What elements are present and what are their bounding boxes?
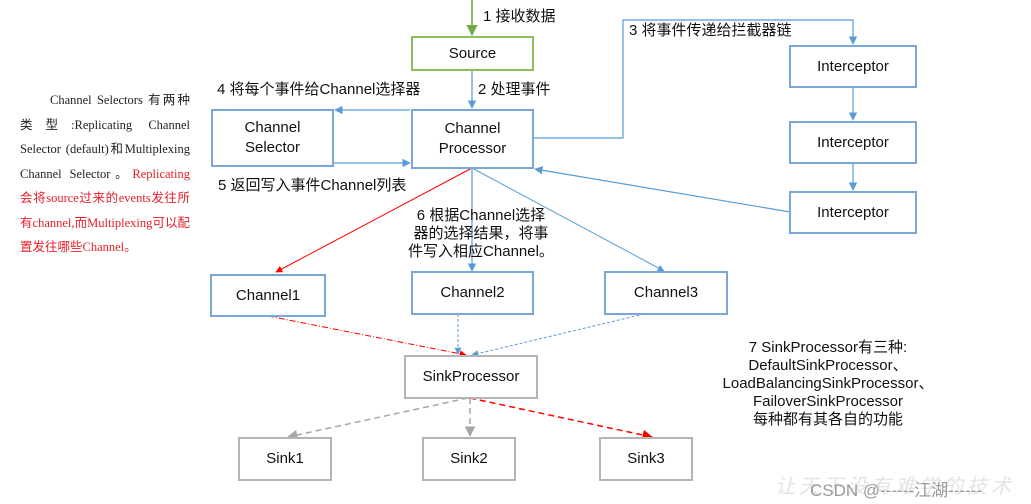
node-sink-processor-label: SinkProcessor [422, 368, 520, 385]
step5-label: 5 返回写入事件Channel列表 [218, 177, 407, 194]
step7-line: DefaultSinkProcessor、 [748, 357, 908, 374]
edge-interceptor3-to-processor [534, 166, 791, 213]
node-channel-selector: Channel Selector [211, 109, 334, 167]
edge-sinkprocessor-to-sink3 [469, 397, 654, 441]
node-sink3: Sink3 [599, 437, 693, 481]
node-interceptor-3-label: Interceptor [817, 203, 889, 221]
node-interceptor-1-label: Interceptor [817, 57, 889, 75]
edge-channel1-to-sinkprocessor [267, 315, 467, 358]
watermark: CSDN @------江湖------ [810, 481, 983, 500]
node-channel-selector-label: Channel Selector [244, 119, 301, 156]
step7-line: LoadBalancingSinkProcessor、 [722, 375, 934, 392]
step7-line: 7 SinkProcessor有三种: [748, 339, 908, 356]
step6-line: 器的选择结果，将事 [413, 225, 549, 242]
node-interceptor-1: Interceptor [789, 45, 917, 88]
edge-channel3-to-sinkprocessor [471, 313, 645, 357]
node-sink3-label: Sink3 [627, 450, 665, 467]
node-interceptor-2-label: Interceptor [817, 133, 889, 151]
step7-line: 每种都有其各自的功能 [752, 411, 903, 428]
node-source-label: Source [448, 44, 497, 62]
node-source: Source [411, 36, 534, 71]
node-sink-processor: SinkProcessor [404, 355, 538, 399]
step4-label: 4 将每个事件给Channel选择器 [217, 81, 421, 98]
node-channel-processor: Channel Processor [411, 109, 534, 169]
step3-label: 3 将事件传递给拦截器链 [629, 22, 792, 39]
step6-line: 件写入相应Channel。 [408, 243, 554, 260]
node-channel3-label: Channel3 [633, 284, 699, 301]
step2-label: 2 处理事件 [478, 81, 551, 98]
step1-label: 1 接收数据 [483, 8, 556, 25]
node-sink2: Sink2 [422, 437, 516, 481]
edge-sinkprocessor-to-sink1 [286, 397, 469, 441]
channel-selector-note: Channel Selectors 有两种类型:Replicating Chan… [20, 88, 190, 260]
node-channel1-label: Channel1 [235, 286, 301, 304]
step6-line: 6 根据Channel选择 [416, 207, 546, 224]
node-channel1: Channel1 [210, 274, 326, 317]
step7-line: FailoverSinkProcessor [752, 393, 904, 410]
node-channel2-label: Channel2 [440, 284, 505, 301]
node-interceptor-2: Interceptor [789, 121, 917, 164]
step7-label: 7 SinkProcessor有三种: DefaultSinkProcessor… [708, 339, 948, 429]
node-sink2-label: Sink2 [450, 450, 488, 467]
node-channel2: Channel2 [411, 271, 534, 315]
step6-label: 6 根据Channel选择 器的选择结果，将事 件写入相应Channel。 [396, 207, 566, 261]
node-channel-processor-label: Channel Processor [438, 120, 507, 157]
node-interceptor-3: Interceptor [789, 191, 917, 234]
node-sink1: Sink1 [238, 437, 332, 481]
node-sink1-label: Sink1 [266, 450, 304, 467]
node-channel3: Channel3 [604, 271, 728, 315]
